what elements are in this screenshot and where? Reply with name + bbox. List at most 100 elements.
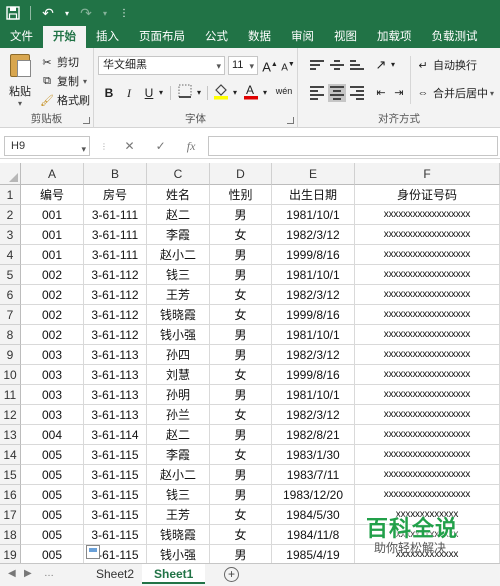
row-header[interactable]: 12 [0,405,21,425]
borders-button[interactable] [176,84,194,102]
table-cell[interactable]: 3-61-113 [84,365,147,385]
table-cell[interactable]: 001 [21,245,84,265]
tab-5[interactable]: 数据 [238,26,281,48]
header-cell[interactable]: 性别 [210,185,272,205]
table-cell[interactable]: xxxxxxxxxxxxxxxxxx [355,365,500,385]
cut-button[interactable]: ✂ 剪切 [40,53,79,71]
tab-9[interactable]: 负载测试 [422,26,488,48]
table-cell[interactable]: 002 [21,325,84,345]
save-icon[interactable] [0,0,26,26]
table-cell[interactable]: 孙明 [147,385,210,405]
table-cell[interactable]: 3-61-111 [84,225,147,245]
header-cell[interactable]: 编号 [21,185,84,205]
table-cell[interactable]: 男 [210,205,272,225]
align-left-button[interactable] [308,84,326,102]
row-header[interactable]: 17 [0,505,21,525]
table-cell[interactable]: 女 [210,525,272,545]
phonetic-button[interactable]: wén [274,82,294,100]
table-cell[interactable]: 1983/1/30 [272,445,355,465]
table-cell[interactable]: 1982/8/21 [272,425,355,445]
table-cell[interactable]: 3-61-111 [84,205,147,225]
row-header[interactable]: 10 [0,365,21,385]
table-cell[interactable]: 男 [210,265,272,285]
select-all-button[interactable] [0,163,21,185]
tab-7[interactable]: 视图 [324,26,367,48]
table-cell[interactable]: 王芳 [147,505,210,525]
tab-6[interactable]: 审阅 [281,26,324,48]
table-cell[interactable]: 1999/8/16 [272,245,355,265]
align-center-button[interactable] [328,84,346,102]
table-cell[interactable]: xxxxxxxxxxxxxxxxxx [355,245,500,265]
row-header[interactable]: 19 [0,545,21,563]
tab-0[interactable]: 文件 [0,26,43,48]
table-cell[interactable]: xxxxxxxxxxxxxxxxxx [355,385,500,405]
column-header-f[interactable]: F [355,163,500,185]
table-cell[interactable]: 李霞 [147,445,210,465]
sheet-tab-sheet1[interactable]: Sheet1 [142,564,206,584]
table-cell[interactable]: 男 [210,325,272,345]
row-header[interactable]: 13 [0,425,21,445]
table-cell[interactable]: xxxxxxxxxxxxxxxxxx [355,345,500,365]
row-header[interactable]: 8 [0,325,21,345]
column-header-b[interactable]: B [84,163,147,185]
copy-button[interactable]: ⧉ 复制 ▾ [40,72,87,90]
table-cell[interactable]: 3-61-113 [84,385,147,405]
table-cell[interactable]: 1981/10/1 [272,325,355,345]
fill-color-dropdown-icon[interactable]: ▾ [230,84,240,102]
table-cell[interactable]: 女 [210,405,272,425]
font-color-dropdown-icon[interactable]: ▾ [260,84,270,102]
bottom-align-button[interactable] [348,56,366,74]
table-cell[interactable]: 005 [21,485,84,505]
header-cell[interactable]: 姓名 [147,185,210,205]
underline-dropdown-icon[interactable]: ▾ [156,84,166,102]
table-cell[interactable]: 女 [210,505,272,525]
table-cell[interactable]: 001 [21,205,84,225]
row-header[interactable]: 6 [0,285,21,305]
table-cell[interactable]: 女 [210,305,272,325]
table-cell[interactable]: 3-61-112 [84,265,147,285]
paste-dropdown-icon[interactable]: ▾ [18,99,22,108]
table-cell[interactable]: 钱三 [147,265,210,285]
undo-icon[interactable]: ↶ [35,0,61,26]
wrap-text-button[interactable]: ↵ 自动换行 [416,56,477,74]
font-color-button[interactable]: A [242,82,260,100]
table-cell[interactable]: xxxxxxxxxxxxxxxxxx [355,325,500,345]
table-cell[interactable]: 1983/12/20 [272,485,355,505]
table-cell[interactable]: 男 [210,345,272,365]
table-cell[interactable]: 3-61-115 [84,525,147,545]
table-cell[interactable]: 004 [21,425,84,445]
table-cell[interactable]: 1981/10/1 [272,385,355,405]
table-cell[interactable]: 男 [210,485,272,505]
table-cell[interactable]: 赵二 [147,425,210,445]
table-cell[interactable]: 005 [21,545,84,563]
table-cell[interactable]: xxxxxxxxxxxxxxxxxx [355,285,500,305]
table-cell[interactable]: 3-61-112 [84,285,147,305]
top-align-button[interactable] [308,56,326,74]
table-cell[interactable]: 002 [21,285,84,305]
tab-2[interactable]: 插入 [86,26,129,48]
table-cell[interactable]: 1999/8/16 [272,305,355,325]
clipboard-launcher-icon[interactable] [83,117,90,124]
table-cell[interactable]: 1985/4/19 [272,545,355,563]
paste-button[interactable]: 粘贴 ▾ [6,54,34,108]
row-header[interactable]: 14 [0,445,21,465]
table-cell[interactable]: 3-61-115 [84,465,147,485]
row-header[interactable]: 3 [0,225,21,245]
table-cell[interactable]: 3-61-111 [84,245,147,265]
borders-dropdown-icon[interactable]: ▾ [194,84,204,102]
table-cell[interactable]: 3-61-113 [84,405,147,425]
table-cell[interactable]: 003 [21,365,84,385]
row-header[interactable]: 1 [0,185,21,205]
table-cell[interactable]: 1981/10/1 [272,205,355,225]
table-cell[interactable]: 002 [21,305,84,325]
table-cell[interactable]: 3-61-115 [84,505,147,525]
header-cell[interactable]: 房号 [84,185,147,205]
merge-center-button[interactable]: ⇔ 合并后居中 ▾ [416,84,495,102]
fill-color-button[interactable] [212,82,230,100]
row-header[interactable]: 11 [0,385,21,405]
format-painter-button[interactable]: 🖌 格式刷 [40,91,90,109]
bold-button[interactable]: B [100,84,118,102]
table-cell[interactable]: 005 [21,525,84,545]
table-cell[interactable]: xxxxxxxxxxxxxxxxxx [355,465,500,485]
row-header[interactable]: 4 [0,245,21,265]
